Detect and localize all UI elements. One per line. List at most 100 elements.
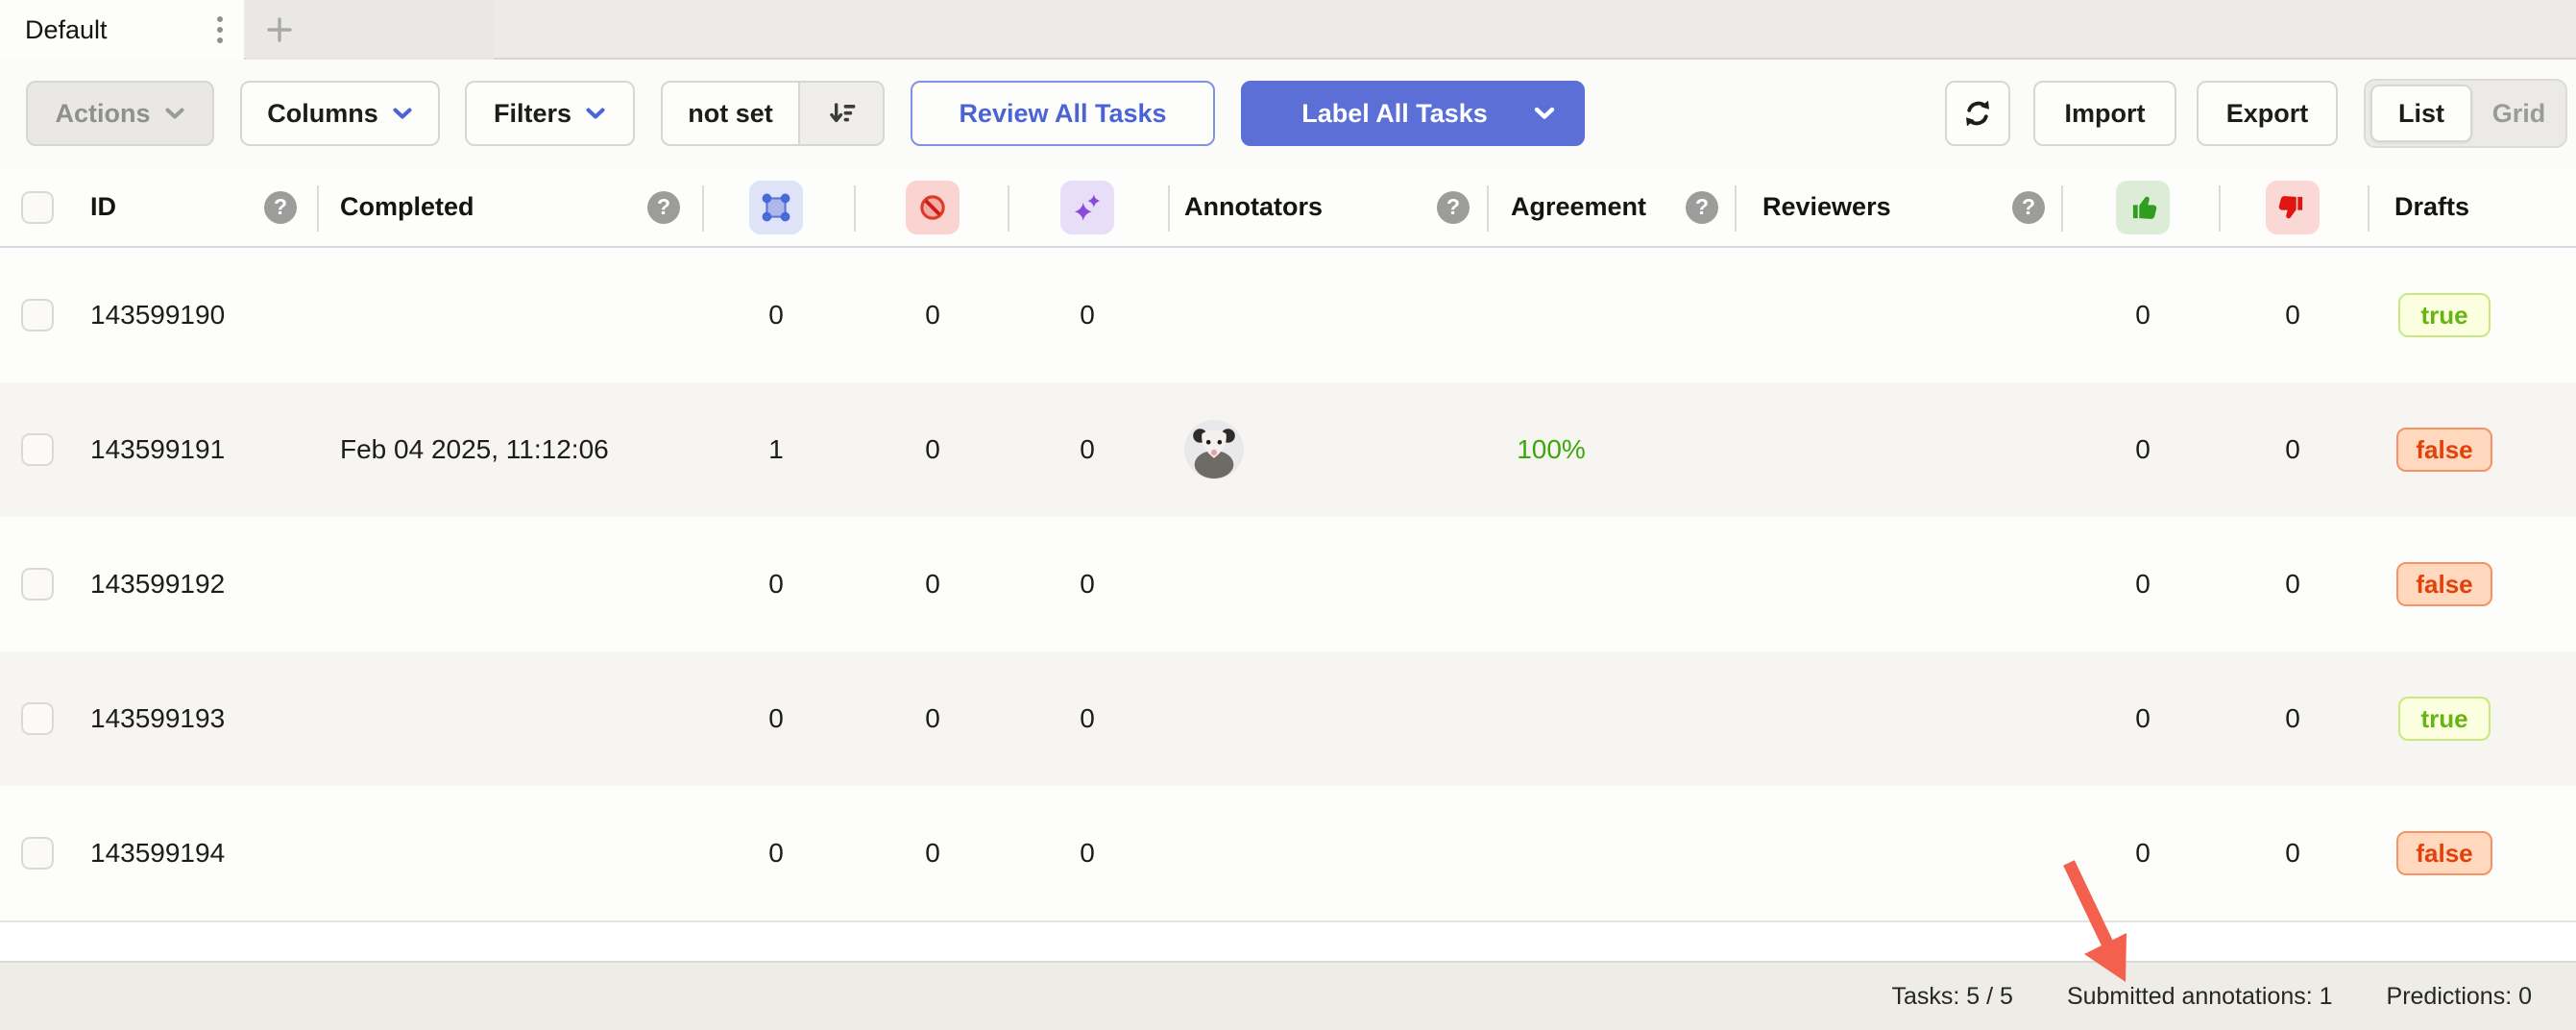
view-toggle-list[interactable]: List xyxy=(2370,85,2472,142)
task-id: 143599192 xyxy=(90,517,225,651)
drafts-badge: true xyxy=(2398,697,2491,741)
refresh-icon xyxy=(1960,96,1995,131)
review-all-label: Review All Tasks xyxy=(959,99,1166,129)
column-label-drafts: Drafts xyxy=(2394,192,2469,222)
accepted-count: 0 xyxy=(2104,651,2181,786)
question-mark-icon[interactable]: ? xyxy=(2012,191,2045,224)
columns-button[interactable]: Columns xyxy=(240,81,440,146)
row-checkbox[interactable] xyxy=(21,433,54,466)
predictions-count: 0 xyxy=(1049,248,1126,382)
rejected-count: 0 xyxy=(2254,382,2331,517)
column-header-reviewers[interactable]: Reviewers xyxy=(1762,168,1891,246)
question-mark-icon[interactable]: ? xyxy=(1686,191,1718,224)
task-completed: Feb 04 2025, 11:12:06 xyxy=(340,382,609,517)
column-divider xyxy=(702,185,704,232)
select-all-checkbox-cell xyxy=(21,168,54,246)
accepted-count: 0 xyxy=(2104,248,2181,382)
kebab-menu-icon[interactable] xyxy=(211,11,229,49)
column-header-id[interactable]: ID xyxy=(90,168,116,246)
view-toggle-grid[interactable]: Grid xyxy=(2472,99,2565,129)
chevron-down-icon xyxy=(585,107,606,121)
column-divider xyxy=(1008,185,1009,232)
help-id[interactable]: ? xyxy=(264,168,297,246)
column-divider xyxy=(854,185,856,232)
label-all-label: Label All Tasks xyxy=(1270,99,1519,129)
tab-default[interactable]: Default xyxy=(0,0,244,60)
question-mark-icon[interactable]: ? xyxy=(647,191,680,224)
review-all-tasks-button[interactable]: Review All Tasks xyxy=(911,81,1215,146)
agreement-value xyxy=(1494,786,1609,920)
task-table-body: 143599190 0 0 0 0 0 true 143599191 Feb 0… xyxy=(0,248,2576,922)
predictions-count: 0 xyxy=(1049,651,1126,786)
actions-button[interactable]: Actions xyxy=(26,81,214,146)
table-row[interactable]: 143599192 0 0 0 0 0 false xyxy=(0,517,2576,651)
help-reviewers[interactable]: ? xyxy=(2012,168,2045,246)
opossum-avatar[interactable] xyxy=(1184,420,1244,479)
table-row[interactable]: 143599190 0 0 0 0 0 true xyxy=(0,248,2576,382)
status-bar: Tasks: 5 / 5 Submitted annotations: 1 Pr… xyxy=(0,961,2576,1030)
add-tab-button[interactable] xyxy=(246,0,494,60)
ordering-value[interactable]: not set xyxy=(663,83,798,144)
agreement-value xyxy=(1494,248,1609,382)
column-header-predictions[interactable] xyxy=(1060,168,1114,246)
column-divider xyxy=(1735,185,1737,232)
annotations-count: 1 xyxy=(738,382,814,517)
column-header-cancelled[interactable] xyxy=(906,168,960,246)
question-mark-icon[interactable]: ? xyxy=(264,191,297,224)
agreement-value xyxy=(1494,517,1609,651)
column-header-agreement[interactable]: Agreement xyxy=(1511,168,1646,246)
table-row[interactable]: 143599193 0 0 0 0 0 true xyxy=(0,651,2576,786)
predictions-count: 0 xyxy=(1049,382,1126,517)
help-agreement[interactable]: ? xyxy=(1686,168,1718,246)
chevron-down-icon xyxy=(164,107,185,121)
column-header-drafts[interactable]: Drafts xyxy=(2394,168,2469,246)
plus-icon xyxy=(263,13,296,46)
cancelled-count: 0 xyxy=(894,382,971,517)
sort-descending-icon[interactable] xyxy=(798,83,883,144)
cancelled-count: 0 xyxy=(894,248,971,382)
table-row[interactable]: 143599191 Feb 04 2025, 11:12:06 1 0 0 xyxy=(0,382,2576,517)
import-button[interactable]: Import xyxy=(2033,81,2176,146)
cancelled-count: 0 xyxy=(894,517,971,651)
annotations-count: 0 xyxy=(738,651,814,786)
question-mark-icon[interactable]: ? xyxy=(1437,191,1470,224)
help-completed[interactable]: ? xyxy=(647,168,680,246)
export-button[interactable]: Export xyxy=(2197,81,2338,146)
row-checkbox[interactable] xyxy=(21,299,54,331)
accepted-count: 0 xyxy=(2104,517,2181,651)
table-row[interactable]: 143599194 0 0 0 0 0 false xyxy=(0,786,2576,920)
column-header-completed[interactable]: Completed xyxy=(340,168,474,246)
predictions-count: 0 xyxy=(1049,517,1126,651)
label-all-tasks-button[interactable]: Label All Tasks xyxy=(1241,81,1585,146)
row-checkbox[interactable] xyxy=(21,568,54,601)
drafts-badge: false xyxy=(2396,831,2491,875)
drafts-badge: false xyxy=(2396,428,2491,472)
task-id: 143599191 xyxy=(90,382,225,517)
column-label-agreement: Agreement xyxy=(1511,192,1646,222)
data-manager-screen: Default Actions Columns Filters xyxy=(0,0,2576,1030)
row-checkbox[interactable] xyxy=(21,702,54,735)
column-header-annotators[interactable]: Annotators xyxy=(1184,168,1323,246)
column-header-accepted[interactable] xyxy=(2116,168,2170,246)
row-checkbox[interactable] xyxy=(21,837,54,870)
filters-button[interactable]: Filters xyxy=(465,81,635,146)
column-header-rejected[interactable] xyxy=(2266,168,2320,246)
agreement-value xyxy=(1494,651,1609,786)
thumbs-down-icon xyxy=(2266,181,2320,234)
select-all-checkbox[interactable] xyxy=(21,191,54,224)
help-annotators[interactable]: ? xyxy=(1437,168,1470,246)
filters-label: Filters xyxy=(494,99,571,129)
tasks-count: Tasks: 5 / 5 xyxy=(1892,983,2013,1011)
predictions-total-count: Predictions: 0 xyxy=(2387,983,2532,1011)
rejected-count: 0 xyxy=(2254,651,2331,786)
refresh-button[interactable] xyxy=(1945,81,2010,146)
export-label: Export xyxy=(2226,99,2309,129)
chevron-down-icon[interactable] xyxy=(1533,106,1556,121)
column-divider xyxy=(2061,185,2063,232)
columns-label: Columns xyxy=(267,99,378,129)
column-header-annotations[interactable] xyxy=(749,168,803,246)
ordering-control[interactable]: not set xyxy=(661,81,885,146)
tab-label: Default xyxy=(25,15,108,45)
drafts-badge: false xyxy=(2396,562,2491,606)
task-id: 143599193 xyxy=(90,651,225,786)
